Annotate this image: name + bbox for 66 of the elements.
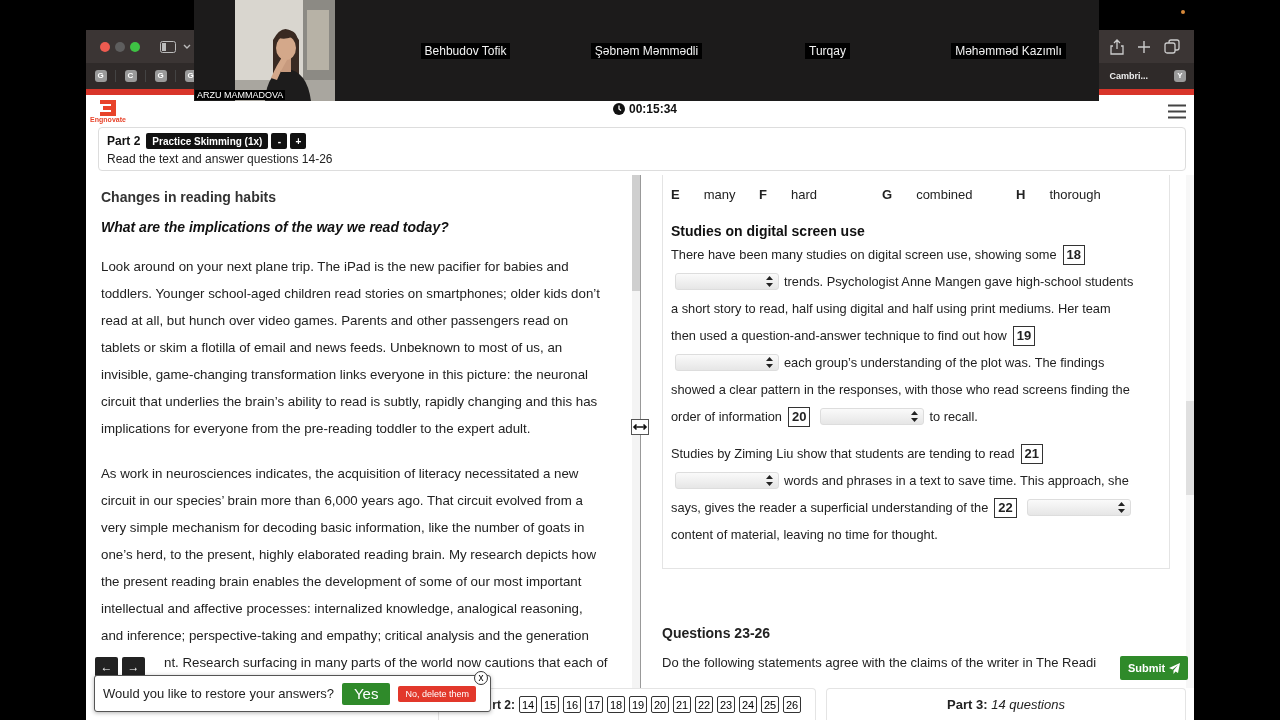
skimming-speed-button[interactable]: Practice Skimming (1x) [146, 133, 269, 149]
delete-button[interactable]: No, delete them [398, 685, 476, 702]
yes-button[interactable]: Yes [342, 682, 391, 705]
question-nav-button[interactable]: 20 [651, 696, 669, 713]
option-letter: H [1016, 187, 1026, 202]
question-nav-button[interactable]: 25 [761, 696, 779, 713]
question-nav-button[interactable]: 17 [585, 696, 603, 713]
option-word: thorough [1049, 187, 1101, 202]
passage-text: There have been many studies on digital screen use, showing some [671, 247, 1057, 262]
timer-text: 00:15:34 [629, 102, 678, 116]
question-nav-button[interactable]: 15 [541, 696, 559, 713]
question-nav-button[interactable]: 19 [629, 696, 647, 713]
question-number: 18 [1062, 244, 1086, 265]
passage-text: words and phrases in a text to save time. This approach, she [784, 473, 1129, 488]
question-number: 19 [1012, 325, 1036, 346]
option-letter: G [882, 187, 893, 202]
passage-text: showed a clear pattern in the responses, with those who read screens finding the [671, 382, 1130, 397]
option-word: combined [916, 187, 973, 202]
option-word: hard [790, 187, 817, 202]
question-nav-button[interactable]: 23 [717, 696, 735, 713]
passage-text: a short story to read, half using digital and half using print mediums. Her team [671, 301, 1111, 316]
passage-text: content of material, leaving no time for thought. [671, 527, 938, 542]
passage-text: then used a question-and-answer technique to find out how [671, 328, 1007, 343]
option-word: many [703, 187, 736, 202]
question-nav-button[interactable]: 24 [739, 696, 757, 713]
participant-name: Behbudov Tofik [420, 42, 511, 59]
previous-button[interactable]: ← [95, 657, 118, 677]
part-tab[interactable]: Part 3: 14 questions [826, 688, 1186, 720]
passage-paragraph: Look around on your next plane trip. The iPad is the new pacifier for babies and toddlers. Younger school-aged children read stories on smartphones; older kids don’t read at all, but hunch over video games. Parents and other passengers read on tablets or skim a flotilla of email and news feeds. Unbeknown to most of us, an invisible, game-changing transformation links everyone in this picture: the neuronal circuit that underlies the brain’s ability to read is subtly, rapidly changing and this has implications for everyone from the pre-reading toddler to the expert adult. [101, 258, 601, 438]
participant-name: Şəbnəm Məmmədli [590, 42, 703, 59]
part-label: rt 2: [492, 697, 515, 712]
question-number: 22 [994, 497, 1017, 518]
question-nav-button[interactable]: 16 [563, 696, 581, 713]
increase-button[interactable]: + [290, 133, 307, 149]
option-letter: F [759, 187, 767, 202]
close-button[interactable]: x [474, 671, 488, 685]
option-letter: E [671, 187, 680, 202]
passage-text: trends. Psychologist Anne Mangen gave high-school students [784, 274, 1134, 289]
participant-name: ARZU MAMMADOVA [195, 90, 286, 100]
submit-button[interactable]: Submit [1120, 656, 1189, 680]
instruction-text: Do the following statements agree with the claims of the writer in The Readi [662, 655, 1097, 670]
question-nav-button[interactable]: 18 [607, 696, 625, 713]
instruction-text: Read the text and answer questions 14-26 [107, 152, 334, 166]
browser-tab[interactable]: Cambri... [1109, 71, 1148, 81]
participant-name: Məhəmməd Kazımlı [951, 42, 1066, 59]
question-number: 20 [787, 406, 811, 427]
participant-name: Turqay [805, 42, 850, 59]
question-nav-button[interactable]: 21 [673, 696, 691, 713]
passage-text: to recall. [929, 409, 978, 424]
dialog-message: Would you like to restore your answers? [103, 686, 334, 701]
decrease-button[interactable]: - [271, 133, 288, 149]
passage-text: order of information [671, 409, 782, 424]
section-heading: Questions 23-26 [662, 625, 772, 641]
question-nav-button[interactable]: 14 [519, 696, 537, 713]
question-nav-button[interactable]: 26 [783, 696, 801, 713]
passage-text: nt. Research surfacing in many parts of the world now cautions that each of [164, 655, 608, 670]
section-heading: Studies on digital screen use [671, 223, 866, 239]
next-button[interactable]: → [122, 657, 145, 677]
passage-text: each group’s understanding of the plot was. The findings [784, 355, 1105, 370]
part-title: Part 2 [107, 134, 141, 148]
passage-subtitle: What are the implications of the way we read today? [101, 219, 450, 235]
passage-text: Studies by Ziming Liu show that students are tending to read [671, 446, 1015, 461]
passage-title: Changes in reading habits [101, 189, 278, 205]
question-nav-button[interactable]: 22 [695, 696, 713, 713]
question-number: 21 [1020, 443, 1044, 464]
passage-text: says, gives the reader a superficial understanding of the [671, 500, 989, 515]
